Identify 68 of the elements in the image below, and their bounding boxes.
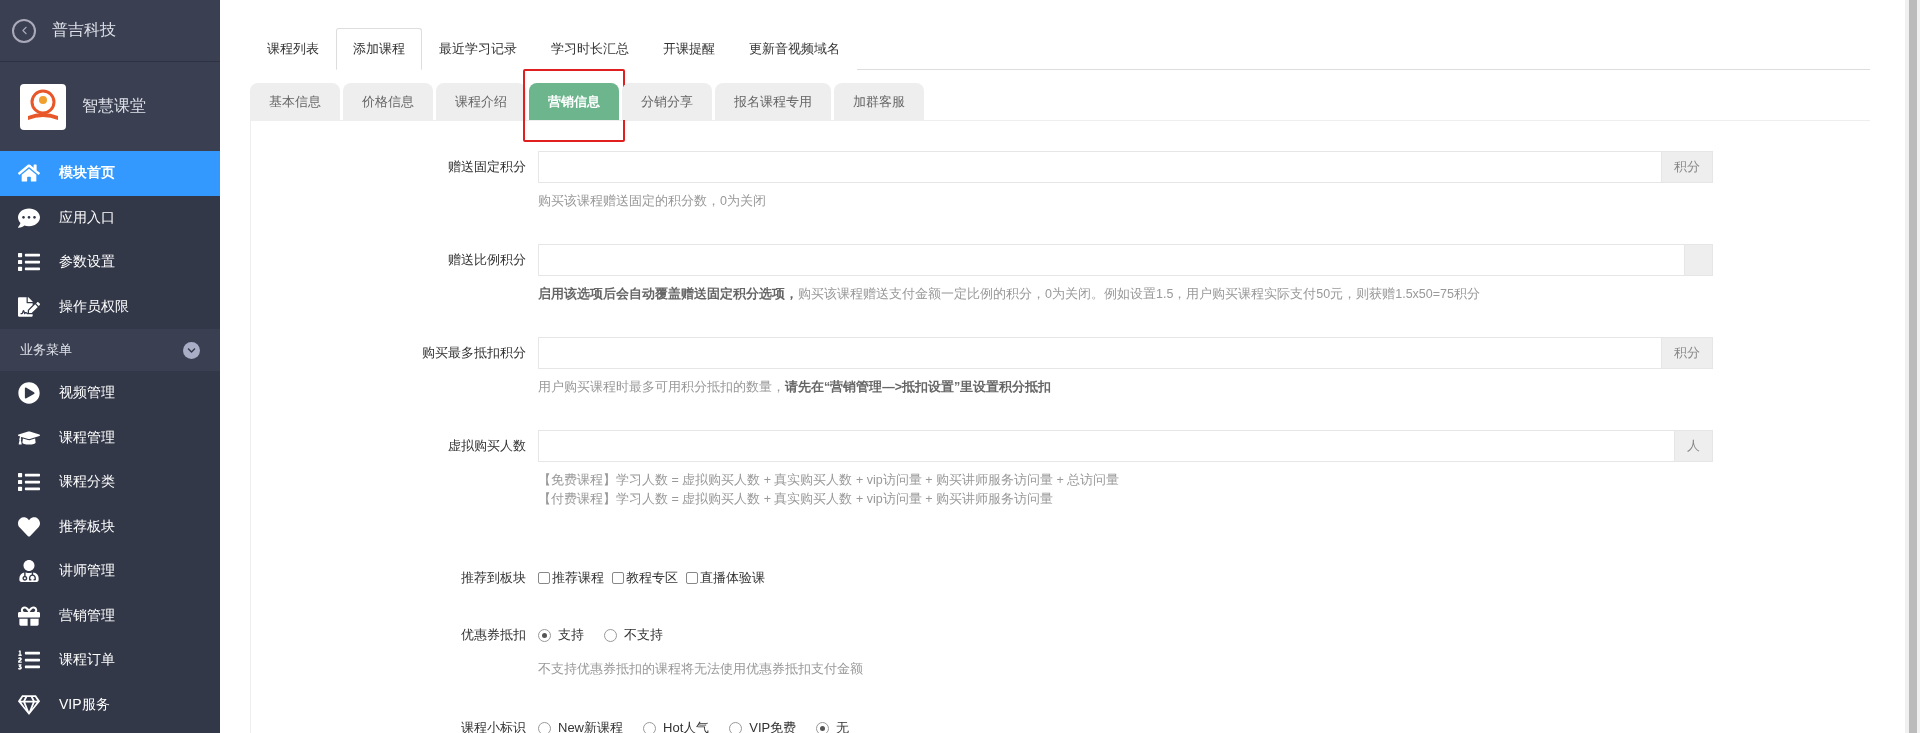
radio-button[interactable]: [538, 721, 551, 733]
radio-option[interactable]: 无: [816, 719, 850, 733]
help-text: 购买该课程赠送固定的积分数，0为关闭: [538, 193, 767, 210]
sidebar-item[interactable]: 视频管理: [0, 371, 220, 416]
field-label: 赠送固定积分: [447, 158, 526, 176]
sub-tab[interactable]: 基本信息: [250, 83, 340, 120]
company-name: 普吉科技: [52, 20, 116, 40]
radio-button[interactable]: [729, 721, 743, 733]
radio-button[interactable]: [604, 628, 617, 642]
input-suffix: 积分: [1661, 152, 1712, 182]
chat-bubble-icon: [15, 206, 43, 229]
checkbox-option[interactable]: 直播体验课: [686, 569, 765, 587]
gift-icon: [15, 604, 43, 627]
field-label: 购买最多抵扣积分: [421, 344, 526, 362]
sub-tab[interactable]: 加群客服: [834, 83, 924, 120]
input-field[interactable]: [538, 244, 1713, 276]
checkbox-option[interactable]: 教程专区: [612, 569, 678, 587]
document-edit-icon: [15, 295, 43, 318]
checkbox[interactable]: [538, 572, 550, 584]
input-suffix: 人: [1674, 431, 1712, 461]
sidebar-item[interactable]: 课程管理: [0, 415, 220, 460]
diamond-icon: [15, 693, 43, 716]
sub-tab[interactable]: 分销分享: [622, 83, 712, 120]
sidebar-item[interactable]: 应用入口: [0, 195, 220, 240]
field-label: 推荐到板块: [460, 569, 526, 587]
help-text: 【免费课程】学习人数 = 虚拟购买人数 + 真实购买人数 + vip访问量 + 购买讲师服务访问量 + 总访问量: [538, 472, 1121, 489]
list-icon: [15, 471, 43, 494]
checkbox-option[interactable]: 推荐课程: [538, 569, 604, 587]
play-icon: [15, 382, 43, 405]
menu-section-header[interactable]: 业务菜单: [0, 329, 220, 371]
checkbox[interactable]: [612, 572, 624, 584]
list-icon: [15, 251, 43, 274]
help-text: 不支持优惠券抵扣的课程将无法使用优惠券抵扣支付金额: [538, 661, 864, 678]
scrollbar[interactable]: [1905, 0, 1920, 733]
sidebar-item[interactable]: 参数设置: [0, 240, 220, 285]
sidebar-item[interactable]: 课程订单: [0, 638, 220, 683]
field-label: 赠送比例积分: [447, 251, 526, 269]
app-logo: [20, 83, 66, 130]
sidebar-item[interactable]: 营销管理: [0, 593, 220, 638]
sidebar-item[interactable]: 操作员权限: [0, 284, 220, 329]
radio-option[interactable]: New新课程: [538, 719, 623, 733]
radio-button[interactable]: [643, 721, 656, 733]
sub-tab[interactable]: 价格信息: [343, 83, 433, 120]
field-label: 虚拟购买人数: [447, 437, 526, 455]
sidebar-item[interactable]: 讲师管理: [0, 549, 220, 594]
tab[interactable]: 添加课程: [336, 28, 422, 70]
home-icon: [15, 162, 43, 185]
sidebar-item[interactable]: VIP服务: [0, 682, 220, 727]
back-icon[interactable]: [12, 18, 36, 43]
app-name: 智慧课堂: [82, 96, 146, 116]
radio-option[interactable]: 不支持: [604, 626, 663, 644]
radio-button[interactable]: [538, 628, 551, 642]
radio-option[interactable]: VIP免费: [729, 719, 797, 733]
numbered-list-icon: [15, 649, 43, 672]
radio-option[interactable]: 支持: [538, 626, 584, 644]
input-suffix: 积分: [1661, 338, 1712, 368]
section-title: 业务菜单: [20, 341, 72, 359]
help-text: 【付费课程】学习人数 = 虚拟购买人数 + 真实购买人数 + vip访问量 + 购买讲师服务访问量: [538, 491, 1054, 508]
heart-icon: [15, 515, 43, 538]
help-text: 用户购买课程时最多可用积分抵扣的数量，请先在“营销管理—>抵扣设置”里设置积分抵扣: [538, 379, 1053, 396]
checkbox[interactable]: [686, 572, 698, 584]
sidebar-item[interactable]: 课程分类: [0, 460, 220, 505]
radio-button[interactable]: [816, 721, 830, 733]
sub-tab[interactable]: 课程介绍: [436, 83, 526, 120]
field-label: 优惠券抵扣: [460, 626, 526, 644]
sidebar-item[interactable]: 推荐板块: [0, 504, 220, 549]
sub-tab[interactable]: 报名课程专用: [715, 83, 831, 120]
chevron-down-icon[interactable]: [183, 341, 200, 359]
